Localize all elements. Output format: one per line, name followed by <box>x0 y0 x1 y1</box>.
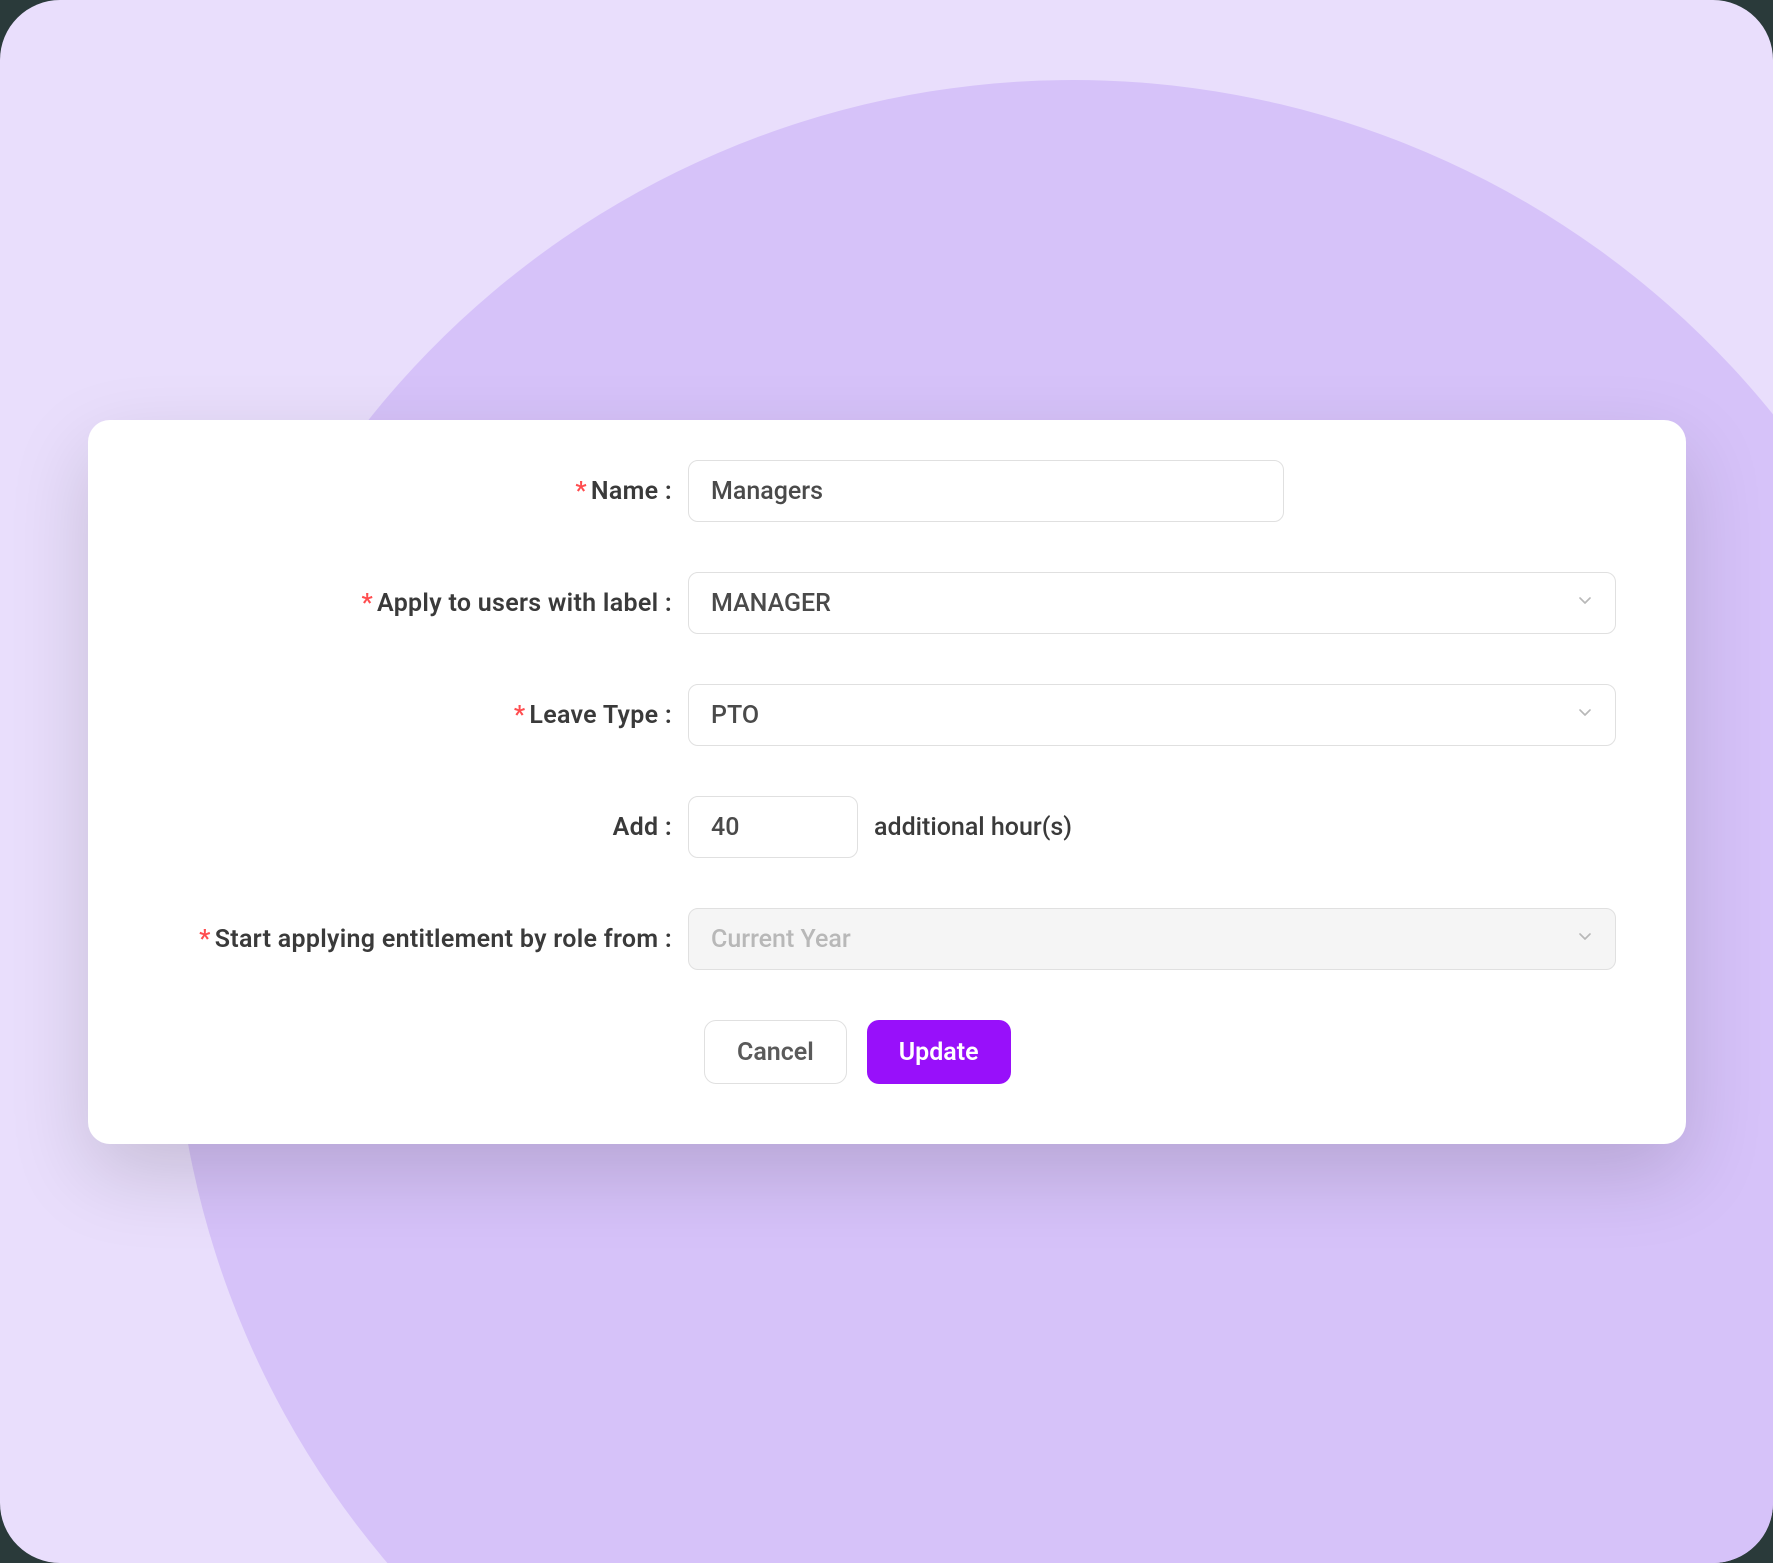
leave-type-label: *Leave Type : <box>158 701 688 730</box>
name-label: *Name : <box>158 477 688 506</box>
name-row: *Name : <box>158 460 1616 522</box>
chevron-down-icon <box>1575 925 1595 954</box>
add-label-text: Add : <box>613 813 672 842</box>
chevron-down-icon <box>1575 589 1595 618</box>
required-indicator: * <box>361 589 373 618</box>
name-input[interactable] <box>688 460 1284 522</box>
add-row: Add : additional hour(s) <box>158 796 1616 858</box>
apply-label-select[interactable]: MANAGER <box>688 572 1616 634</box>
start-from-label-text: Start applying entitlement by role from … <box>215 925 672 954</box>
add-label: Add : <box>158 813 688 842</box>
start-from-input-col: Current Year <box>688 908 1616 970</box>
leave-type-row: *Leave Type : PTO <box>158 684 1616 746</box>
name-input-col <box>688 460 1616 522</box>
entitlement-form-card: *Name : *Apply to users with label : MAN… <box>88 420 1686 1144</box>
apply-label-text: Apply to users with label : <box>377 589 672 618</box>
add-suffix-text: additional hour(s) <box>874 813 1072 842</box>
chevron-down-icon <box>1575 701 1595 730</box>
leave-type-select[interactable]: PTO <box>688 684 1616 746</box>
add-hours-input[interactable] <box>688 796 858 858</box>
name-label-text: Name : <box>591 477 672 506</box>
required-indicator: * <box>575 477 587 506</box>
required-indicator: * <box>514 701 526 730</box>
update-button[interactable]: Update <box>867 1020 1011 1084</box>
start-from-label: *Start applying entitlement by role from… <box>158 925 688 954</box>
apply-label-label: *Apply to users with label : <box>158 589 688 618</box>
apply-label-input-col: MANAGER <box>688 572 1616 634</box>
leave-type-label-text: Leave Type : <box>529 701 672 730</box>
form-actions: Cancel Update <box>704 1020 1616 1084</box>
apply-label-value: MANAGER <box>711 589 831 618</box>
start-from-select[interactable]: Current Year <box>688 908 1616 970</box>
apply-label-row: *Apply to users with label : MANAGER <box>158 572 1616 634</box>
leave-type-input-col: PTO <box>688 684 1616 746</box>
start-from-row: *Start applying entitlement by role from… <box>158 908 1616 970</box>
add-input-col: additional hour(s) <box>688 796 1616 858</box>
cancel-button[interactable]: Cancel <box>704 1020 847 1084</box>
required-indicator: * <box>199 925 211 954</box>
start-from-placeholder: Current Year <box>711 925 851 954</box>
page-background: *Name : *Apply to users with label : MAN… <box>0 0 1773 1563</box>
leave-type-value: PTO <box>711 701 759 730</box>
